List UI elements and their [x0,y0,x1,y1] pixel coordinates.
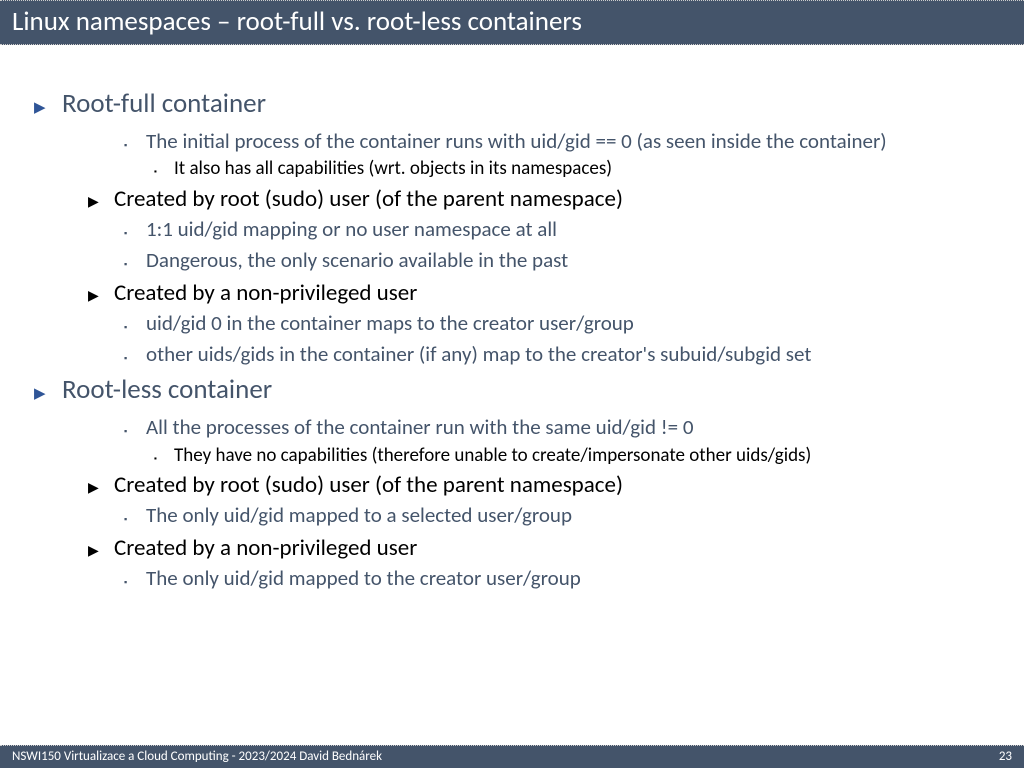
square-bullet-icon: ▪ [124,350,134,364]
square-bullet-icon: ▪ [124,319,134,333]
bullet-item: ▶ Created by root (sudo) user (of the pa… [88,184,984,276]
triangle-right-icon: ▶ [88,191,100,210]
page-number: 23 [999,749,1012,764]
square-bullet-icon: ▪ [124,225,134,239]
bullet-item: ▪ The initial process of the container r… [124,127,984,182]
square-bullet-icon: ▪ [124,137,134,151]
triangle-right-icon: ▶ [88,477,100,496]
bullet-item: ▪ The only uid/gid mapped to the creator… [124,564,984,593]
triangle-right-icon: ▶ [88,540,100,559]
triangle-right-icon: ▶ [88,285,100,304]
square-bullet-icon: ▪ [124,574,134,588]
triangle-right-icon: ▶ [34,382,48,403]
slide-content: ▶ Root-full container ▪ The initial proc… [0,45,1024,593]
footer-text: NSWI150 Virtualizace a Cloud Computing -… [12,749,382,764]
bullet-item: ▶ Created by a non-privileged user ▪ uid… [88,278,984,370]
bullet-item: ▪ It also has all capabilities (wrt. obj… [154,156,984,182]
section-heading: Root-full container [62,87,266,121]
slide-header: Linux namespaces – root-full vs. root-le… [0,0,1024,45]
square-bullet-icon: ▪ [124,256,134,270]
bullet-item: ▪ 1:1 uid/gid mapping or no user namespa… [124,215,984,244]
square-bullet-icon: ▪ [154,165,162,177]
slide-title: Linux namespaces – root-full vs. root-le… [12,5,1012,38]
section-heading: Root-less container [62,373,272,407]
square-bullet-icon: ▪ [124,423,134,437]
bullet-item: ▪ other uids/gids in the container (if a… [124,340,984,369]
bullet-item: ▪ Dangerous, the only scenario available… [124,246,984,275]
bullet-item: ▪ uid/gid 0 in the container maps to the… [124,309,984,338]
bullet-item: ▶ Created by a non-privileged user ▪ The… [88,533,984,593]
section-rootfull: ▶ Root-full container ▪ The initial proc… [34,87,984,369]
square-bullet-icon: ▪ [124,511,134,525]
section-rootless: ▶ Root-less container ▪ All the processe… [34,373,984,593]
bullet-item: ▶ Created by root (sudo) user (of the pa… [88,470,984,530]
square-bullet-icon: ▪ [154,452,162,464]
bullet-item: ▪ All the processes of the container run… [124,413,984,468]
bullet-item: ▪ The only uid/gid mapped to a selected … [124,501,984,530]
slide-footer: NSWI150 Virtualizace a Cloud Computing -… [0,745,1024,768]
bullet-item: ▪ They have no capabilities (therefore u… [154,443,984,469]
triangle-right-icon: ▶ [34,96,48,117]
